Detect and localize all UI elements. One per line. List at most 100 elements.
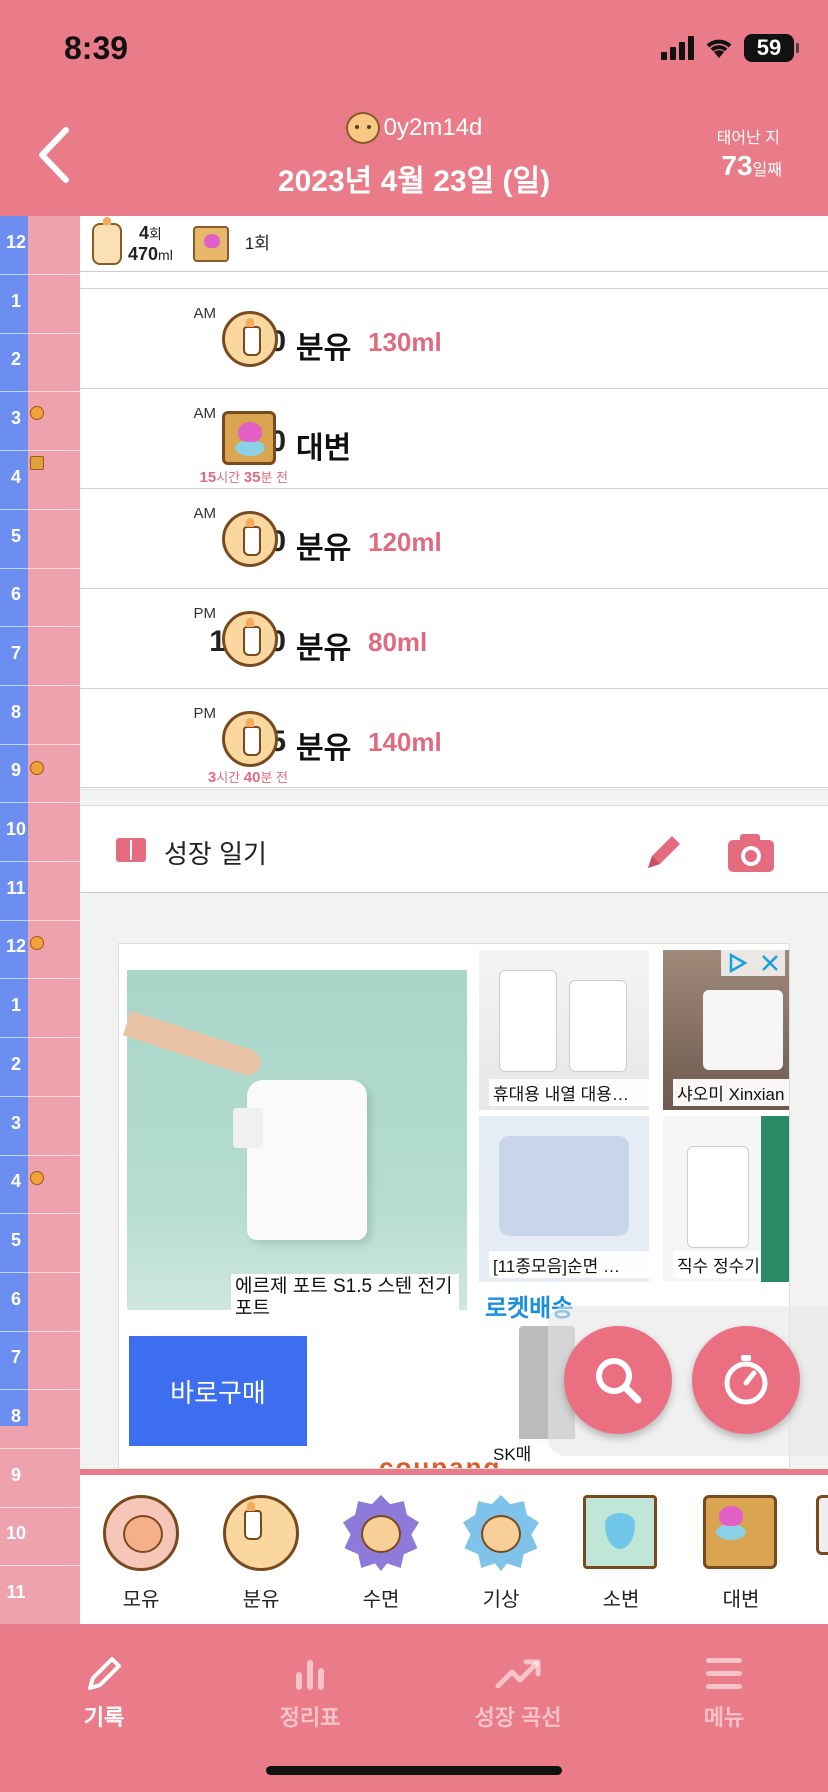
breastfeed-icon — [103, 1495, 179, 1571]
quick-add-label: 대변 — [722, 1589, 760, 1611]
kettle-image — [233, 1080, 367, 1240]
timeline-hour: 5 — [0, 1214, 80, 1273]
search-button[interactable] — [564, 1326, 672, 1434]
timeline-hour: 1 — [0, 979, 80, 1039]
feed-count: 4 — [138, 222, 149, 243]
quick-add-label: 모유 — [122, 1589, 160, 1611]
ad-main-image[interactable] — [122, 970, 467, 1310]
hour-timeline: 12 1 2 3 4 5 6 7 8 9 10 11 12 1 2 3 4 5 6 7 8 9 10 11 — [0, 216, 80, 1626]
timeline-hour: 4 — [0, 1155, 80, 1215]
timeline-poop-mark — [30, 456, 44, 470]
entry-type: 대변 — [296, 432, 352, 465]
daily-summary: 4회 470ml 1회 — [80, 216, 828, 272]
diary-title[interactable]: 성장 일기 — [164, 834, 267, 871]
timeline-hour: 2 — [0, 333, 80, 393]
bar-chart-icon — [296, 1660, 324, 1690]
timeline-hour: 2 — [0, 1038, 80, 1097]
timeline-hour-label: 3 — [10, 408, 21, 429]
more-quick-add[interactable] — [816, 1495, 828, 1555]
thumb-caption: [11종모음]순면 … — [489, 1251, 649, 1278]
poop-icon — [703, 1495, 779, 1571]
log-list: AM 4:20 분유 130ml AM 5:00 15시간 35분 전 대변 A… — [80, 288, 828, 788]
bottle-icon — [222, 311, 278, 367]
quick-add-sleep[interactable]: 수면 — [336, 1495, 426, 1612]
entry-elapsed: 15시간 35분 전 — [199, 469, 288, 486]
entry-elapsed: 3시간 40분 전 — [207, 769, 288, 786]
poop-icon — [222, 411, 278, 467]
search-icon — [596, 1358, 642, 1404]
log-entry[interactable]: AM 4:20 분유 130ml — [80, 288, 828, 388]
close-icon[interactable] — [760, 953, 780, 973]
timeline-hour: 8 — [0, 686, 80, 745]
entry-type: 분유 — [296, 632, 352, 665]
tab-summary[interactable]: 정리표 — [230, 1634, 390, 1732]
tab-label: 기록 — [83, 1705, 125, 1730]
hand-image — [122, 1010, 265, 1079]
ad-choices[interactable] — [721, 950, 785, 976]
timer-button[interactable] — [692, 1326, 800, 1434]
home-indicator — [266, 1766, 562, 1775]
feed-total-unit: ml — [158, 246, 173, 263]
log-entry[interactable]: AM 9:40 분유 120ml — [80, 488, 828, 588]
feed-count-unit: 회 — [148, 225, 162, 242]
timeline-hour: 6 — [0, 1273, 80, 1332]
signal-icon — [661, 36, 694, 60]
age-text: 0y2m14d — [383, 114, 483, 141]
ad-product-thumb[interactable]: 휴대용 내열 대용… — [479, 950, 649, 1110]
ad-main-caption[interactable]: 에르제 포트 S1.5 스텐 전기포트 — [231, 1274, 459, 1322]
entry-amount: 80ml — [368, 627, 428, 657]
entry-ampm: AM — [193, 505, 217, 522]
timeline-hour: 8 — [0, 1390, 80, 1449]
camera-icon[interactable] — [726, 832, 776, 874]
page-title[interactable]: 2023년 4월 23일 (일) — [0, 156, 828, 200]
timeline-hour-label: 6 — [10, 584, 21, 605]
timeline-bottle-mark — [30, 406, 44, 420]
timeline-hour: 7 — [0, 1331, 80, 1391]
ad-info-icon[interactable] — [727, 952, 749, 974]
timeline-hour-label: 2 — [10, 1053, 21, 1074]
timeline-hour-label: 8 — [10, 1406, 21, 1426]
born-days-unit: 일째 — [752, 162, 782, 179]
quick-add-label: 소변 — [602, 1589, 640, 1611]
timeline-hour: 1 — [0, 275, 80, 334]
log-entry[interactable]: PM 4:55 3시간 40분 전 분유 140ml — [80, 688, 828, 788]
ad-product-thumb[interactable]: [11종모음]순면 … — [479, 1116, 649, 1282]
timeline-hour-label: 9 — [10, 1464, 21, 1485]
tab-menu[interactable]: 메뉴 — [644, 1634, 804, 1732]
quick-add-poop[interactable]: 대변 — [696, 1495, 786, 1612]
pencil-icon[interactable] — [640, 828, 688, 876]
pee-icon — [583, 1495, 659, 1571]
buy-now-button[interactable]: 바로구매 — [129, 1336, 307, 1446]
timeline-hour-label: 5 — [10, 525, 21, 546]
book-icon — [116, 838, 146, 862]
bottle-icon — [223, 1495, 299, 1571]
entry-ampm: AM — [193, 405, 217, 422]
entry-amount: 140ml — [368, 727, 442, 757]
wake-icon — [463, 1495, 539, 1571]
timeline-hour: 11 — [0, 1566, 80, 1626]
poop-icon — [192, 225, 229, 262]
quick-add-breastfeed[interactable]: 모유 — [96, 1495, 186, 1612]
bottle-icon — [222, 611, 278, 667]
timeline-hour: 12 — [0, 216, 80, 275]
born-days: 73일째 — [721, 150, 782, 182]
ad-product-thumb[interactable]: 직수 정수기 휴 — [663, 1116, 789, 1282]
baby-age: 0y2m14d — [0, 112, 828, 144]
tab-record[interactable]: 기록 — [24, 1634, 184, 1732]
status-icons: 59 — [661, 34, 799, 62]
timeline-hour-label: 3 — [10, 1112, 21, 1133]
log-entry[interactable]: PM 12:40 분유 80ml — [80, 588, 828, 688]
quick-add-pee[interactable]: 소변 — [576, 1495, 666, 1612]
quick-add-wake[interactable]: 기상 — [456, 1495, 546, 1612]
feed-total: 470 — [128, 243, 159, 264]
tab-growth-curve[interactable]: 성장 곡선 — [438, 1634, 598, 1732]
sleep-icon — [343, 1495, 419, 1571]
quick-add-formula[interactable]: 분유 — [216, 1495, 306, 1612]
wifi-icon — [706, 39, 732, 58]
coupang-logo: coupang — [379, 1452, 502, 1469]
entry-type: 분유 — [296, 332, 352, 365]
quick-add-label: 분유 — [242, 1589, 280, 1611]
log-entry[interactable]: AM 5:00 15시간 35분 전 대변 — [80, 388, 828, 488]
entry-ampm: PM — [193, 605, 217, 622]
thumb-caption: 샤오미 Xinxian — [673, 1079, 789, 1106]
